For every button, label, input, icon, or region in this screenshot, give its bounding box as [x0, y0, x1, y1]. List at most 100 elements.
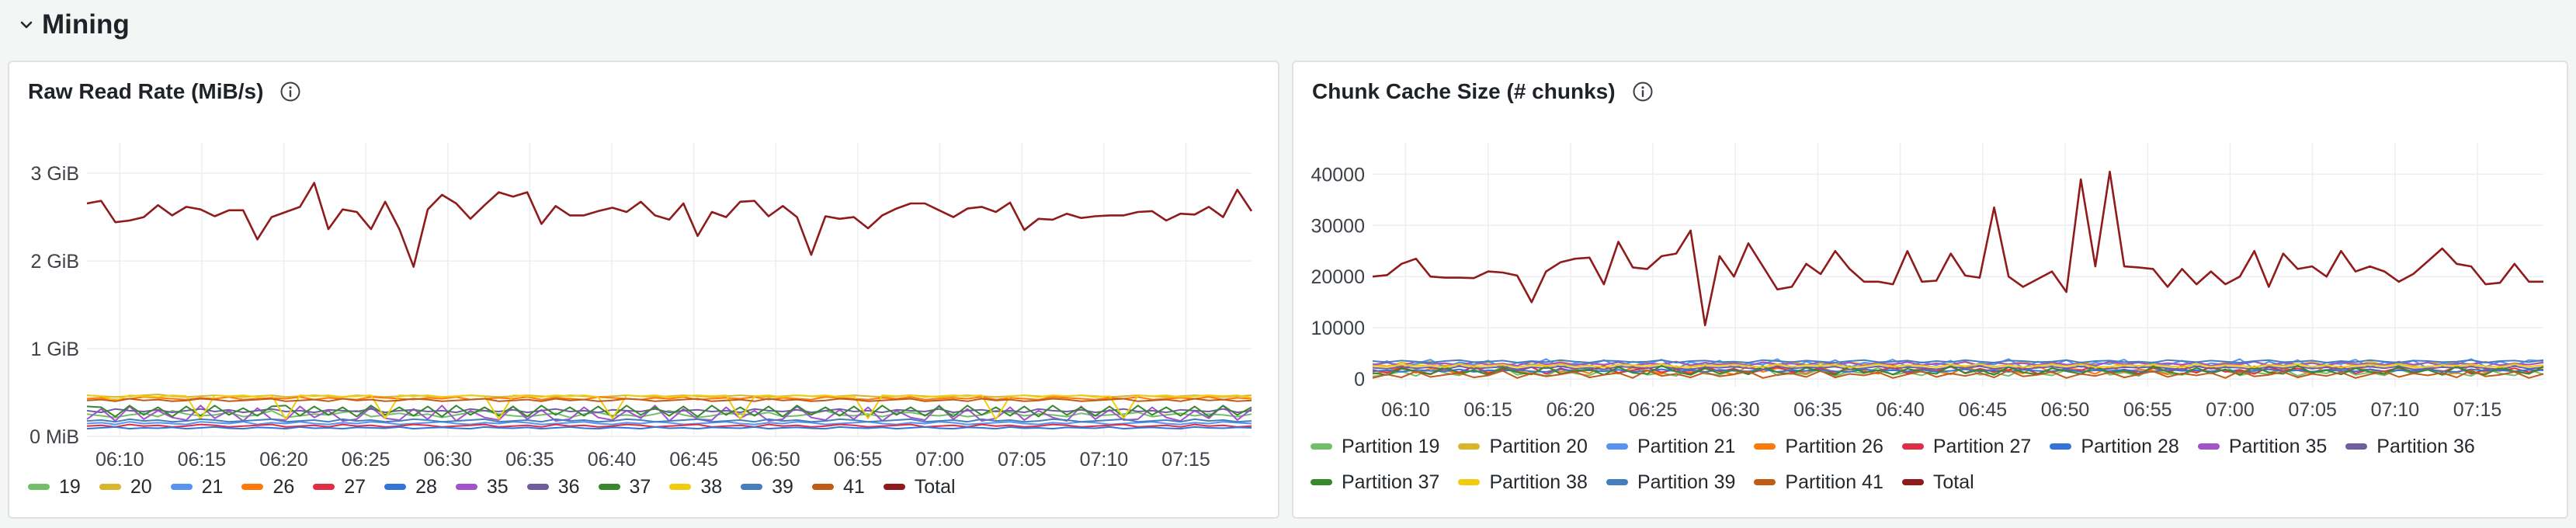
- y-tick-label: 40000: [1311, 164, 1365, 186]
- x-tick-label: 06:55: [2123, 399, 2172, 421]
- legend-swatch: [2197, 443, 2220, 450]
- y-tick-label: 1 GiB: [30, 339, 79, 360]
- legend-item[interactable]: 37: [598, 474, 651, 500]
- legend-item[interactable]: 21: [170, 474, 223, 500]
- x-tick-label: 06:55: [834, 449, 883, 471]
- legend-swatch: [1458, 443, 1481, 450]
- legend-item[interactable]: 36: [526, 474, 580, 500]
- x-tick-label: 07:00: [915, 449, 964, 471]
- legend-swatch: [455, 484, 477, 490]
- legend-item[interactable]: Partition 19: [1311, 433, 1439, 460]
- x-tick-label: 06:40: [1876, 399, 1925, 421]
- legend-swatch: [1606, 443, 1628, 450]
- series-line-27[interactable]: [86, 423, 1252, 428]
- legend-swatch: [28, 484, 50, 490]
- legend-label: 20: [130, 475, 152, 498]
- x-tick-label: 06:20: [1547, 399, 1595, 421]
- legend-item[interactable]: Total: [883, 474, 956, 500]
- series-line-28[interactable]: [86, 426, 1252, 430]
- series-line-21[interactable]: [86, 421, 1252, 426]
- legend-label: Partition 28: [2081, 435, 2179, 457]
- legend-item[interactable]: 26: [241, 474, 294, 500]
- legend-label: 39: [772, 475, 793, 498]
- legend-item[interactable]: 19: [28, 474, 81, 500]
- legend-label: Partition 36: [2376, 435, 2475, 457]
- x-tick-label: 06:15: [178, 449, 227, 471]
- legend-label: Partition 20: [1489, 435, 1588, 457]
- y-tick-label: 10000: [1311, 318, 1365, 339]
- x-tick-label: 06:50: [2041, 399, 2090, 421]
- y-tick-label: 2 GiB: [30, 251, 79, 273]
- legend-item[interactable]: 27: [313, 474, 366, 500]
- legend-swatch: [1458, 479, 1481, 485]
- x-tick-label: 07:10: [1080, 449, 1129, 471]
- legend-swatch: [741, 484, 763, 490]
- x-tick-label: 06:30: [424, 449, 473, 471]
- legend-label: 27: [344, 475, 366, 498]
- legend-swatch: [2050, 443, 2072, 450]
- legend-label: Partition 21: [1637, 435, 1736, 457]
- legend-swatch: [1311, 443, 1332, 450]
- x-tick-label: 06:45: [1959, 399, 2008, 421]
- legend-item[interactable]: Partition 26: [1754, 433, 1883, 460]
- y-tick-label: 0: [1354, 369, 1365, 391]
- legend-swatch: [1754, 443, 1776, 450]
- row-header-mining[interactable]: Mining: [17, 6, 130, 43]
- legend-label: 36: [557, 475, 580, 498]
- legend-swatch: [1901, 443, 1924, 450]
- legend-item[interactable]: Partition 37: [1311, 469, 1439, 495]
- x-tick-label: 06:35: [505, 449, 554, 471]
- raw-read-rate-chart[interactable]: 06:10 06:15 06:20 06:25 06:30 06:35 06:40 06:45…: [9, 62, 1281, 520]
- legend-item[interactable]: 35: [455, 474, 509, 500]
- legend-item[interactable]: Partition 38: [1458, 469, 1588, 495]
- legend-label: 28: [415, 475, 437, 498]
- legend-item[interactable]: Partition 20: [1458, 433, 1588, 460]
- legend-item[interactable]: 38: [669, 474, 722, 500]
- legend-item[interactable]: Partition 39: [1606, 469, 1735, 495]
- legend-swatch: [384, 484, 407, 490]
- legend-item[interactable]: 41: [811, 474, 865, 500]
- legend-label: Partition 38: [1489, 471, 1588, 493]
- legend-swatch: [2345, 443, 2368, 450]
- legend-item[interactable]: Partition 35: [2197, 433, 2328, 460]
- legend-item[interactable]: Partition 21: [1606, 433, 1735, 460]
- legend-item[interactable]: Partition 36: [2345, 433, 2475, 460]
- legend-label: Partition 27: [1932, 435, 2032, 457]
- x-tick-label: 06:15: [1463, 399, 1512, 421]
- x-tick-label: 06:25: [1629, 399, 1678, 421]
- legend-swatch: [241, 484, 264, 490]
- legend-swatch: [598, 484, 620, 490]
- x-tick-label: 07:15: [1161, 449, 1210, 471]
- chevron-down-icon[interactable]: [17, 16, 36, 34]
- x-tick-label: 06:25: [342, 449, 391, 471]
- legend-item[interactable]: 20: [99, 474, 152, 500]
- y-tick-label: 20000: [1311, 266, 1365, 288]
- x-tick-label: 06:30: [1711, 399, 1760, 421]
- legend-swatch: [99, 484, 121, 490]
- legend-item[interactable]: 39: [741, 474, 793, 500]
- legend-swatch: [1606, 479, 1628, 485]
- legend-swatch: [170, 484, 193, 490]
- legend-label: Total: [1932, 471, 1974, 493]
- legend-swatch: [883, 484, 905, 490]
- legend-label: 38: [700, 475, 723, 498]
- x-tick-label: 06:20: [259, 449, 308, 471]
- legend-label: 19: [59, 475, 81, 498]
- series-line-39[interactable]: [86, 418, 1252, 423]
- x-tick-label: 06:40: [588, 449, 637, 471]
- x-tick-label: 07:00: [2206, 399, 2255, 421]
- legend-swatch: [1754, 479, 1776, 485]
- series-line-total[interactable]: [1372, 170, 2543, 327]
- legend-label: Partition 26: [1785, 435, 1883, 457]
- x-tick-label: 07:05: [2288, 399, 2337, 421]
- legend-item[interactable]: 28: [384, 474, 437, 500]
- legend-label: Partition 35: [2228, 435, 2328, 457]
- legend-swatch: [811, 484, 834, 490]
- legend-item[interactable]: Partition 27: [1901, 433, 2032, 460]
- legend-item[interactable]: Total: [1901, 469, 1974, 495]
- legend-item[interactable]: Partition 41: [1754, 469, 1883, 495]
- x-tick-label: 06:35: [1793, 399, 1842, 421]
- legend-item[interactable]: Partition 28: [2050, 433, 2179, 460]
- x-tick-label: 06:10: [95, 449, 144, 471]
- series-line-total[interactable]: [86, 182, 1253, 268]
